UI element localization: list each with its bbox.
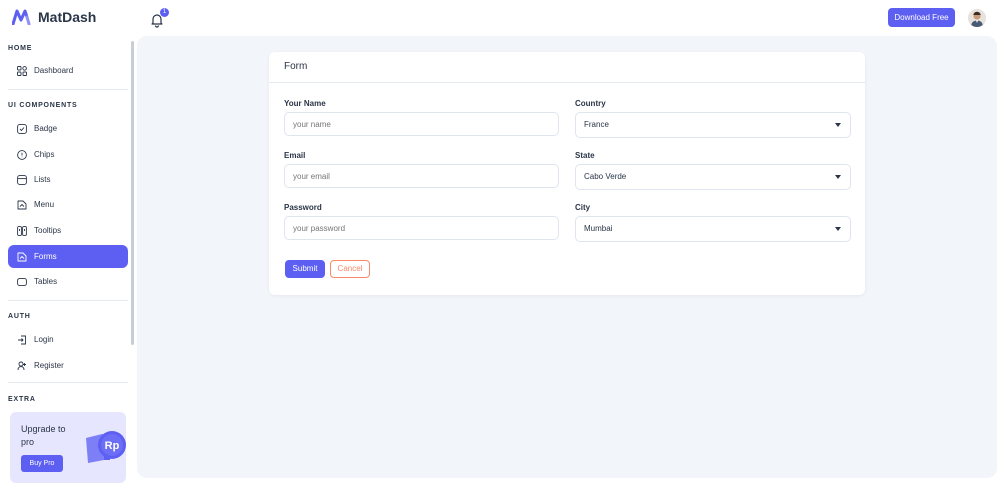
city-select[interactable]: Mumbai (575, 216, 851, 242)
rocket-box-icon: Rp (86, 431, 126, 463)
forms-icon (17, 252, 27, 261)
register-icon (17, 361, 26, 370)
login-icon (18, 335, 26, 344)
notification-badge: 1 (160, 8, 169, 17)
email-input[interactable] (284, 164, 559, 188)
submit-button[interactable]: Submit (285, 260, 325, 278)
email-label: Email (284, 151, 306, 160)
country-select[interactable]: France (575, 112, 851, 138)
password-label: Password (284, 203, 322, 212)
upgrade-promo-card: Upgrade to pro Buy Pro Rp (10, 412, 126, 483)
password-input[interactable] (284, 216, 559, 240)
sidebar-item-badge[interactable]: Badge (8, 117, 128, 140)
sidebar-item-tooltips[interactable]: Tooltips (8, 219, 128, 242)
sidebar-divider (8, 300, 128, 301)
sidebar-item-label: Badge (34, 124, 58, 133)
sidebar-item-label: Tooltips (34, 226, 62, 235)
section-title-home: HOME (8, 45, 33, 52)
sidebar-item-lists[interactable]: Lists (8, 168, 128, 191)
sidebar-item-login[interactable]: Login (8, 328, 128, 351)
section-title-ui-components: UI COMPONENTS (8, 102, 78, 109)
name-input[interactable] (284, 112, 559, 136)
dashboard-icon (17, 65, 27, 76)
brand-name: MatDash (38, 9, 97, 25)
tooltips-icon (17, 225, 27, 236)
card-title: Form (284, 61, 308, 72)
download-free-button[interactable]: Download Free (888, 8, 955, 27)
sidebar-divider (8, 382, 128, 383)
promo-title: Upgrade to pro (21, 424, 66, 447)
card-divider (269, 82, 865, 83)
chips-icon (17, 149, 27, 160)
sidebar-item-register[interactable]: Register (8, 354, 128, 377)
avatar[interactable] (968, 9, 986, 27)
caret-down-icon (835, 227, 841, 231)
buy-pro-button[interactable]: Buy Pro (21, 455, 63, 472)
promo-illustration: Rp (84, 430, 126, 471)
sidebar-item-label: Register (34, 361, 64, 370)
state-label: State (575, 151, 595, 160)
name-label: Your Name (284, 99, 326, 108)
user-avatar-icon (968, 9, 986, 27)
sidebar-item-label: Dashboard (34, 66, 74, 75)
sidebar-item-label: Menu (34, 200, 55, 209)
section-title-auth: AUTH (8, 313, 31, 320)
caret-down-icon (835, 123, 841, 127)
cancel-button[interactable]: Cancel (330, 260, 370, 278)
sidebar-item-label: Forms (34, 252, 57, 261)
promo-badge-text: Rp (105, 440, 120, 452)
state-value: Cabo Verde (584, 172, 627, 181)
menu-icon (17, 200, 27, 209)
sidebar-item-forms[interactable]: Forms (8, 245, 128, 268)
sidebar-item-label: Chips (34, 150, 55, 159)
form-card: Form Your Name Email Password Country Fr… (269, 52, 865, 295)
sidebar-scrollbar[interactable] (131, 41, 134, 345)
sidebar-item-label: Tables (34, 277, 58, 286)
sidebar-item-dashboard[interactable]: Dashboard (8, 59, 128, 82)
country-value: France (584, 120, 609, 129)
sidebar-item-label: Login (34, 335, 54, 344)
caret-down-icon (835, 175, 841, 179)
brand-logo[interactable]: MatDash (12, 9, 96, 25)
matdash-logo-icon (12, 9, 31, 25)
sidebar-divider (8, 89, 128, 90)
tables-icon (17, 277, 27, 286)
state-select[interactable]: Cabo Verde (575, 164, 851, 190)
sidebar-item-menu[interactable]: Menu (8, 193, 128, 216)
lists-icon (17, 174, 27, 185)
sidebar-item-tables[interactable]: Tables (8, 270, 128, 293)
sidebar-item-label: Lists (34, 175, 51, 184)
sidebar-item-chips[interactable]: Chips (8, 143, 128, 166)
main-content: Form Your Name Email Password Country Fr… (137, 36, 997, 478)
city-value: Mumbai (584, 224, 613, 233)
badge-icon (17, 123, 27, 134)
section-title-extra: EXTRA (8, 396, 36, 403)
city-label: City (575, 203, 591, 212)
country-label: Country (575, 99, 606, 108)
